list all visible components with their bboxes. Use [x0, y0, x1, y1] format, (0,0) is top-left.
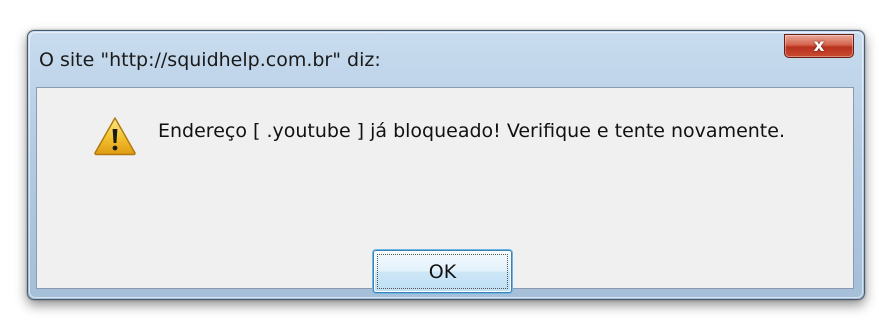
dialog-body: Endereço [ .youtube ] já bloqueado! Veri… [36, 87, 854, 293]
dialog-title: O site "http://squidhelp.com.br" diz: [39, 49, 381, 71]
ok-button-label: OK [428, 260, 457, 283]
ok-button[interactable]: OK [373, 250, 512, 293]
close-button[interactable]: x [784, 34, 854, 58]
title-bar[interactable]: O site "http://squidhelp.com.br" diz: x [28, 31, 864, 87]
page: O site "http://squidhelp.com.br" diz: x [0, 0, 879, 323]
warning-icon [93, 116, 137, 156]
alert-message: Endereço [ .youtube ] já bloqueado! Veri… [158, 120, 785, 142]
alert-dialog: O site "http://squidhelp.com.br" diz: x [27, 30, 865, 300]
close-icon: x [813, 35, 825, 56]
